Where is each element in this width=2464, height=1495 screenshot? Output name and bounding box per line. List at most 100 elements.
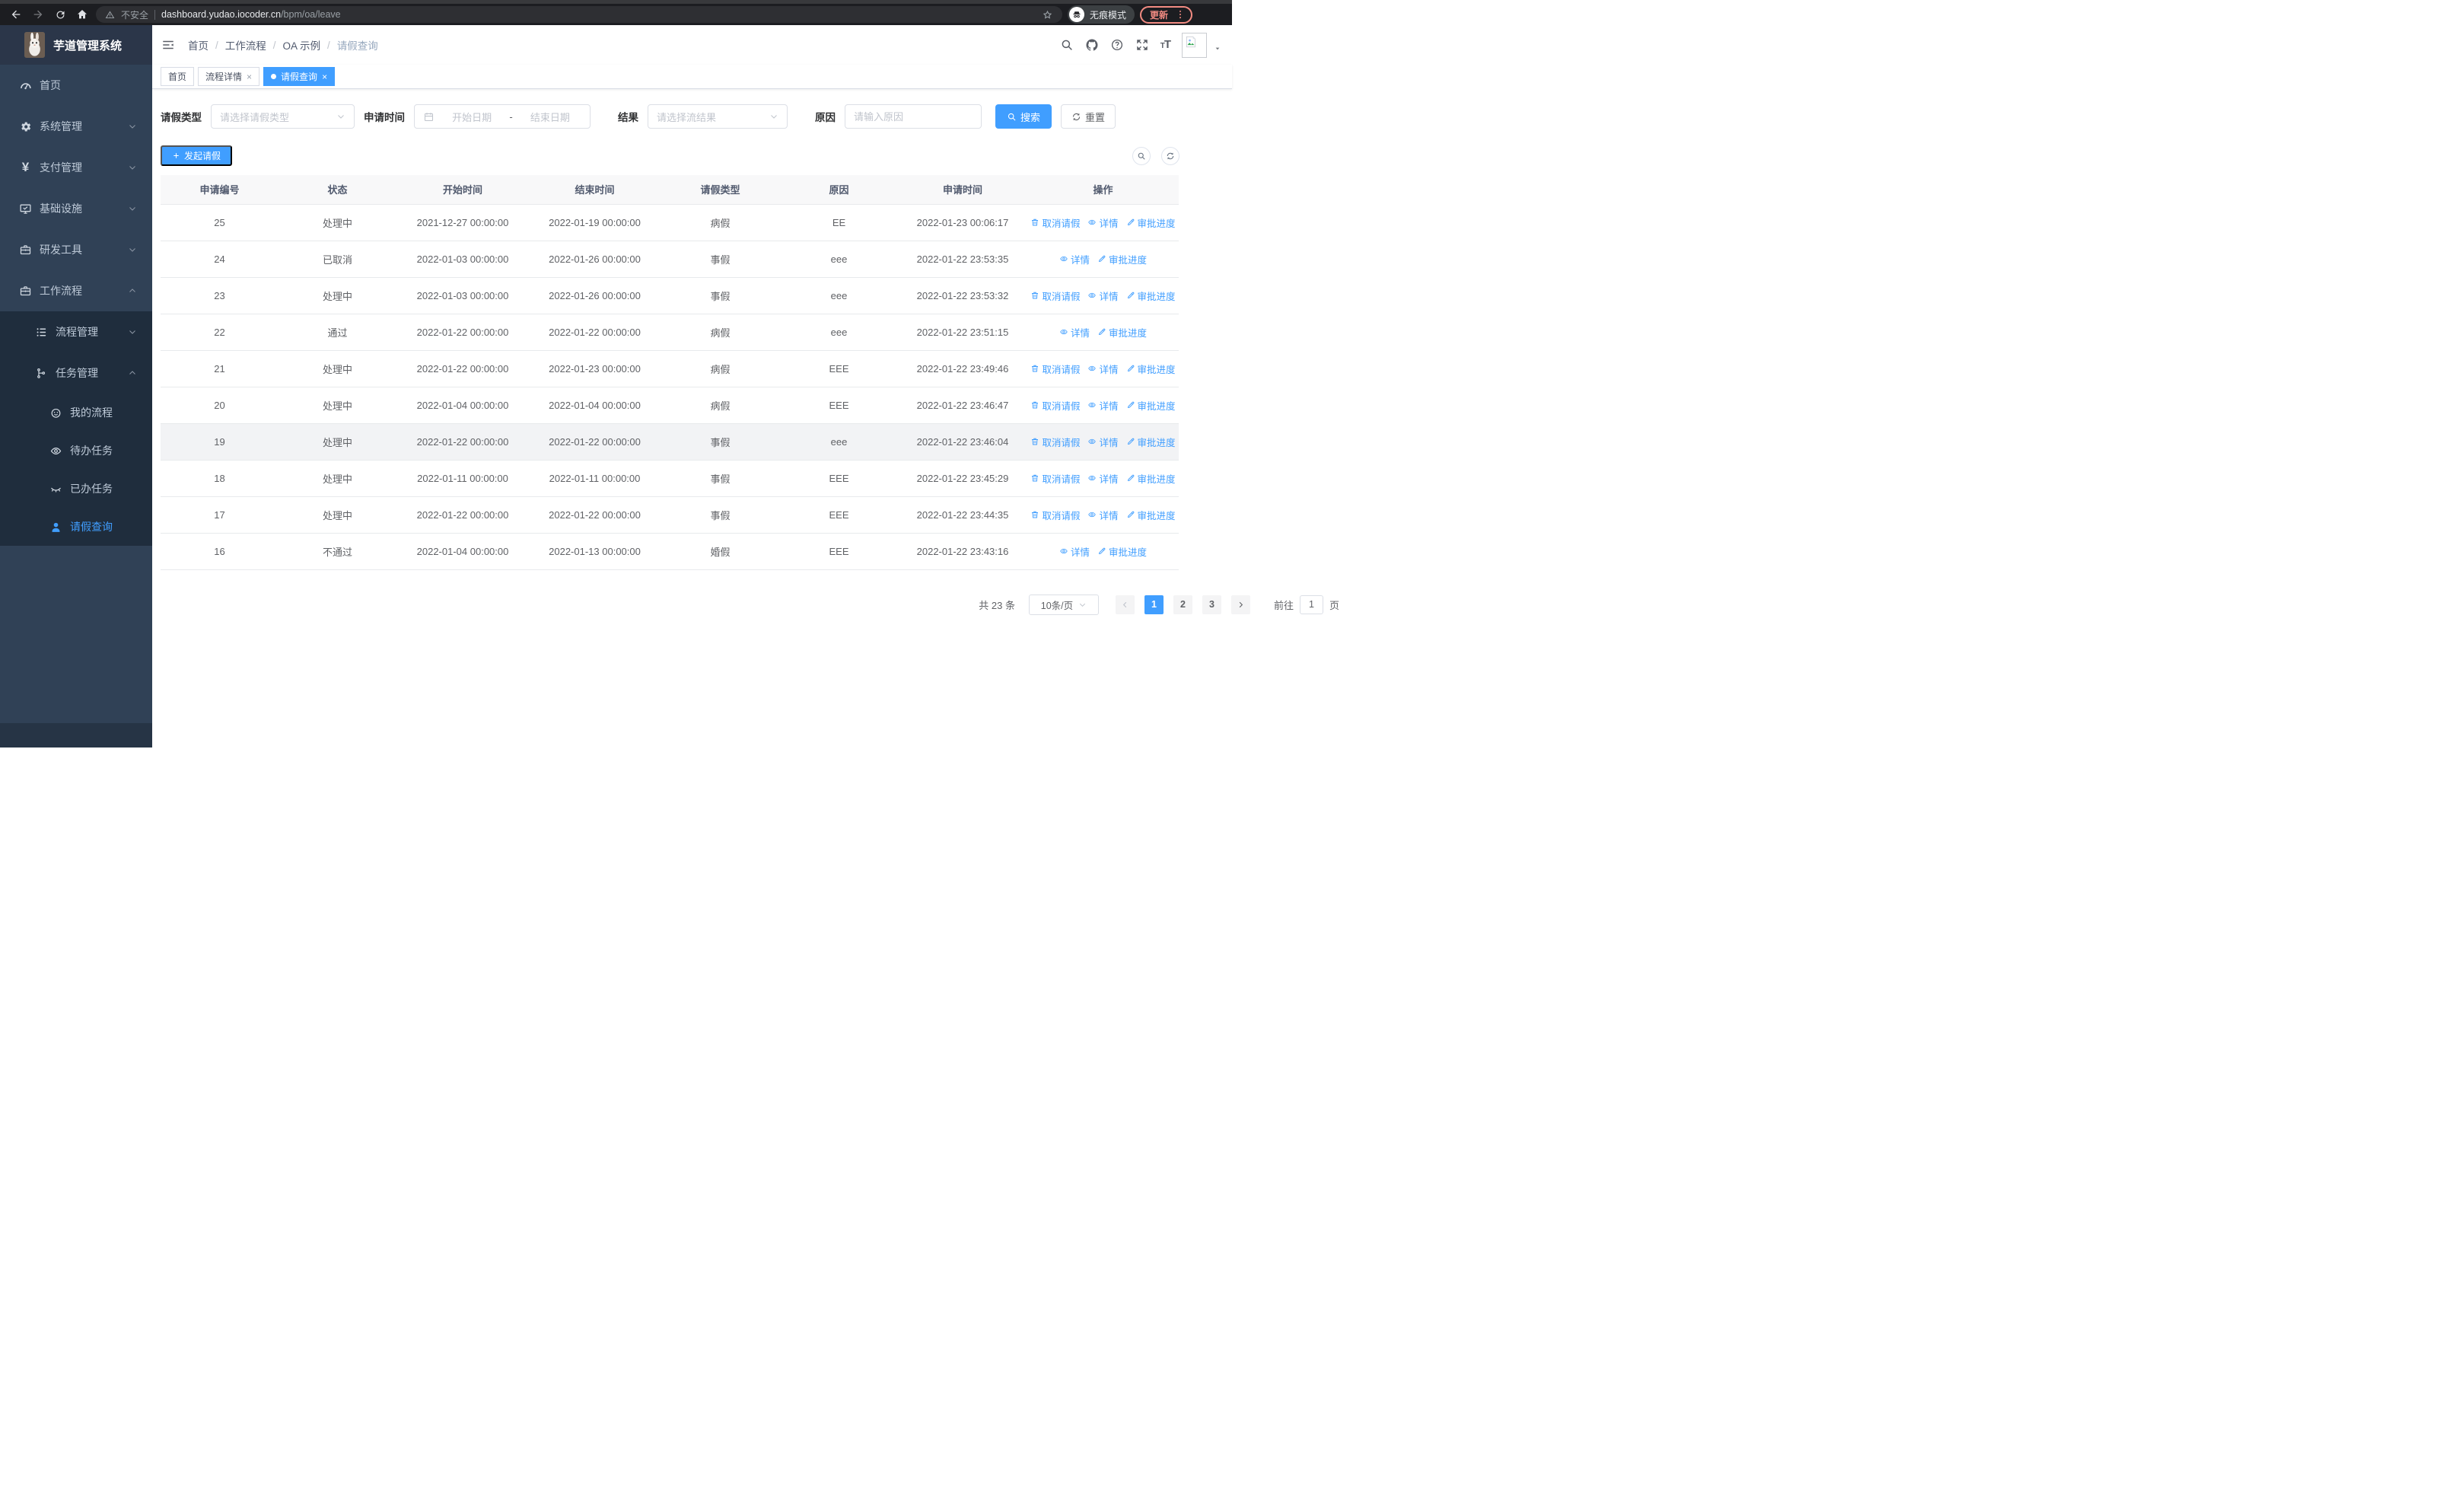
pen-icon [1126, 400, 1135, 410]
prev-page-button[interactable] [1115, 594, 1135, 614]
approval-progress-link[interactable]: 审批进度 [1126, 398, 1176, 413]
apply-time-range-picker[interactable]: 开始日期 - 结束日期 [414, 104, 591, 129]
toggle-search-button[interactable] [1132, 146, 1151, 165]
col-leave-type: 请假类型 [661, 175, 780, 205]
avatar[interactable] [1182, 32, 1207, 58]
calendar-icon [423, 111, 435, 123]
security-label[interactable]: 不安全 [121, 8, 148, 21]
cancel-leave-link[interactable]: 取消请假 [1030, 435, 1080, 449]
cancel-leave-link[interactable]: 取消请假 [1030, 215, 1080, 230]
end-date-placeholder[interactable]: 结束日期 [519, 110, 581, 124]
detail-link[interactable]: 详情 [1087, 362, 1119, 376]
page-button-3[interactable]: 3 [1202, 594, 1221, 614]
sidebar-item-system[interactable]: 系统管理 [0, 106, 152, 147]
detail-link[interactable]: 详情 [1059, 252, 1090, 266]
date-range-separator: - [509, 110, 513, 123]
cell-apply-time: 2022-01-22 23:53:32 [898, 277, 1027, 314]
pen-icon [1097, 254, 1106, 263]
search-button[interactable]: 搜索 [995, 104, 1052, 129]
approval-progress-link[interactable]: 审批进度 [1097, 544, 1147, 559]
approval-progress-link[interactable]: 审批进度 [1126, 471, 1176, 486]
browser-forward-button[interactable] [30, 6, 46, 23]
tab-home[interactable]: 首页 [161, 67, 195, 86]
approval-progress-link[interactable]: 审批进度 [1126, 508, 1176, 522]
sidebar-item-task-mgmt[interactable]: 任务管理 [0, 352, 152, 394]
trash-icon [1030, 291, 1039, 300]
sidebar-item-process-mgmt[interactable]: 流程管理 [0, 311, 152, 352]
eye-closed-icon [49, 483, 62, 496]
approval-progress-link[interactable]: 审批进度 [1126, 362, 1176, 376]
sidebar-collapse-icon[interactable] [161, 38, 175, 52]
sidebar-item-todo-tasks[interactable]: 待办任务 [0, 432, 152, 470]
sidebar-item-home[interactable]: 首页 [0, 65, 152, 106]
col-apply-id: 申请编号 [161, 175, 279, 205]
github-icon[interactable] [1085, 38, 1099, 52]
help-icon[interactable] [1110, 38, 1124, 52]
approval-progress-link[interactable]: 审批进度 [1126, 288, 1176, 303]
update-button[interactable]: 更新 [1140, 5, 1193, 24]
eye-icon [1087, 364, 1097, 373]
cancel-leave-link[interactable]: 取消请假 [1030, 288, 1080, 303]
goto-page-input[interactable] [1299, 594, 1323, 614]
tab-leave-query[interactable]: 请假查询 × [263, 67, 336, 86]
sidebar-item-done-tasks[interactable]: 已办任务 [0, 470, 152, 508]
reset-button[interactable]: 重置 [1061, 104, 1116, 129]
fullscreen-icon[interactable] [1135, 38, 1149, 52]
detail-link[interactable]: 详情 [1087, 508, 1119, 522]
sidebar-item-infra[interactable]: 基础设施 [0, 188, 152, 229]
approval-progress-link[interactable]: 审批进度 [1097, 325, 1147, 339]
breadcrumb-item-oa[interactable]: OA 示例 [283, 37, 321, 53]
approval-progress-link[interactable]: 审批进度 [1097, 252, 1147, 266]
detail-link[interactable]: 详情 [1087, 471, 1119, 486]
refresh-table-button[interactable] [1161, 146, 1179, 165]
browser-home-button[interactable] [74, 6, 91, 23]
goto-label: 前往 [1273, 599, 1294, 611]
trash-icon [1030, 437, 1039, 446]
bookmark-star-icon[interactable] [1042, 8, 1053, 20]
cancel-leave-link[interactable]: 取消请假 [1030, 508, 1080, 522]
caret-down-icon[interactable] [1214, 46, 1221, 52]
leave-type-select[interactable]: 请选择请假类型 [211, 104, 355, 129]
close-icon[interactable]: × [247, 72, 252, 82]
font-size-icon[interactable]: TT [1160, 38, 1171, 52]
search-icon[interactable] [1060, 38, 1074, 52]
page-size-select[interactable]: 10条/页 [1028, 594, 1099, 615]
table-row: 22 通过 2022-01-22 00:00:00 2022-01-22 00:… [161, 314, 1179, 351]
reason-input[interactable] [845, 104, 982, 129]
detail-link[interactable]: 详情 [1059, 325, 1090, 339]
cancel-leave-link[interactable]: 取消请假 [1030, 398, 1080, 413]
start-date-placeholder[interactable]: 开始日期 [441, 110, 503, 124]
detail-link[interactable]: 详情 [1059, 544, 1090, 559]
browser-menu-icon[interactable] [1175, 9, 1186, 20]
tab-process-detail[interactable]: 流程详情 × [198, 67, 260, 86]
detail-link[interactable]: 详情 [1087, 435, 1119, 449]
cancel-leave-link[interactable]: 取消请假 [1030, 471, 1080, 486]
detail-link[interactable]: 详情 [1087, 288, 1119, 303]
sidebar-item-devtools[interactable]: 研发工具 [0, 229, 152, 270]
approval-progress-link[interactable]: 审批进度 [1126, 215, 1176, 230]
page-button-1[interactable]: 1 [1144, 594, 1164, 614]
update-label[interactable]: 更新 [1150, 8, 1168, 21]
cell-status: 不通过 [279, 533, 396, 570]
sidebar-item-leave-query[interactable]: 请假查询 [0, 508, 152, 546]
detail-link[interactable]: 详情 [1087, 215, 1119, 230]
approval-progress-link[interactable]: 审批进度 [1126, 435, 1176, 449]
cancel-leave-link[interactable]: 取消请假 [1030, 362, 1080, 376]
browser-reload-button[interactable] [52, 6, 68, 23]
chevron-down-icon [128, 327, 137, 336]
close-icon[interactable]: × [322, 72, 327, 82]
page-button-2[interactable]: 2 [1173, 594, 1192, 614]
sidebar-item-workflow[interactable]: 工作流程 [0, 270, 152, 311]
result-select[interactable]: 请选择流结果 [648, 104, 788, 129]
cell-start-time: 2022-01-03 00:00:00 [396, 277, 529, 314]
next-page-button[interactable] [1230, 594, 1250, 614]
sidebar-item-my-process[interactable]: 我的流程 [0, 394, 152, 432]
sidebar-item-payment[interactable]: ¥ 支付管理 [0, 147, 152, 188]
cell-actions: 取消请假 详情 审批进度 [1027, 277, 1179, 314]
detail-link[interactable]: 详情 [1087, 398, 1119, 413]
breadcrumb-item-home[interactable]: 首页 [188, 37, 209, 53]
browser-back-button[interactable] [8, 6, 24, 23]
create-leave-button[interactable]: 发起请假 [161, 145, 233, 166]
breadcrumb-item-workflow[interactable]: 工作流程 [225, 37, 266, 53]
address-bar[interactable]: 不安全 dashboard.yudao.iocoder.cn/bpm/oa/le… [96, 6, 1062, 23]
